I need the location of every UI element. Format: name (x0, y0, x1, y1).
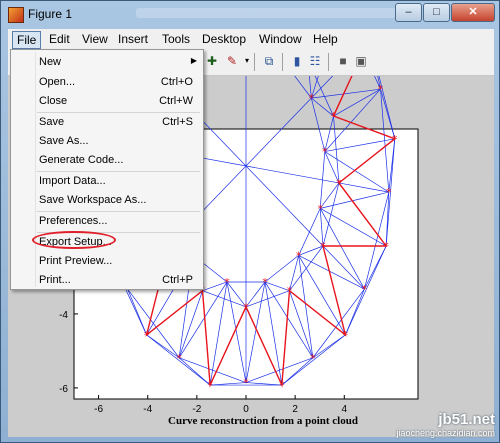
submenu-arrow-icon: ▶ (190, 56, 197, 65)
y-tick-label: -4 (59, 310, 68, 321)
watermark-site: jb51.net (438, 411, 495, 428)
mesh-edge (294, 76, 312, 99)
window-title: Figure 1 (28, 7, 73, 21)
menu-item-shortcut: Ctrl+S (162, 116, 193, 128)
legend-icon[interactable]: ☷ (308, 54, 322, 68)
figure-window: Figure 1 – □ ✕ File Edit View Insert Too… (0, 0, 500, 443)
point-marker: * (262, 276, 268, 289)
point-marker: * (224, 276, 230, 289)
menu-item-print-preview[interactable]: Print Preview... (11, 252, 203, 270)
menu-insert[interactable]: Insert (114, 31, 152, 47)
point-marker: * (310, 352, 316, 365)
point-marker: * (279, 379, 285, 392)
x-tick-label: -4 (143, 404, 152, 415)
point-marker: * (176, 352, 182, 365)
link-plot-icon[interactable]: ⧉ (262, 54, 276, 68)
point-marker: * (296, 249, 302, 262)
hide-plot-tools-icon[interactable]: ■ (336, 54, 350, 68)
point-marker: * (343, 329, 349, 342)
matlab-icon (8, 7, 24, 23)
mesh-edge (333, 88, 381, 117)
toolbar-separator (328, 53, 329, 71)
point-marker: * (392, 133, 398, 146)
point-marker: * (336, 177, 342, 190)
menu-tools[interactable]: Tools (158, 31, 194, 47)
menu-item-label: Close (39, 95, 68, 107)
menu-item-shortcut: Ctrl+W (159, 95, 193, 107)
blurred-caption (136, 8, 421, 18)
show-plot-tools-icon[interactable]: ▣ (354, 54, 368, 68)
brush-icon[interactable]: ✎ (225, 54, 239, 68)
menu-bar: File Edit View Insert Tools Desktop Wind… (8, 29, 494, 49)
point-marker: * (386, 186, 392, 199)
menu-item-shortcut: Ctrl+P (162, 274, 193, 286)
menu-item-new[interactable]: New ▶ (11, 53, 203, 71)
mesh-edge (333, 76, 353, 117)
menu-item-label: Import Data... (39, 175, 106, 187)
menu-item-label: Generate Code... (39, 154, 124, 166)
x-tick-label: -6 (94, 404, 103, 415)
menu-desktop[interactable]: Desktop (198, 31, 250, 47)
menu-item-label: Save Workspace As... (39, 194, 147, 206)
menu-item-print[interactable]: Print... Ctrl+P (11, 271, 203, 289)
toolbar-separator (254, 53, 255, 71)
maximize-button[interactable]: □ (423, 3, 450, 22)
menu-item-label: Save As... (39, 135, 89, 147)
menu-item-generate-code[interactable]: Generate Code... (11, 151, 203, 169)
point-marker: * (243, 301, 249, 314)
menu-item-open[interactable]: Open... Ctrl+O (11, 73, 203, 91)
point-marker: * (322, 146, 328, 159)
point-marker: * (287, 285, 293, 298)
y-tick-label: -6 (59, 384, 68, 395)
point-marker: * (309, 92, 315, 105)
point-marker: * (362, 283, 368, 296)
red-highlight-annotation (32, 231, 116, 249)
menu-help[interactable]: Help (309, 31, 342, 47)
toolbar-separator (282, 53, 283, 71)
x-tick-label: 4 (342, 404, 348, 415)
menu-item-label: Save (39, 116, 65, 128)
point-marker: * (317, 202, 323, 215)
menu-item-save-workspace[interactable]: Save Workspace As... (11, 191, 203, 209)
minimize-button[interactable]: – (395, 3, 422, 22)
menu-item-import-data[interactable]: Import Data... (11, 172, 203, 190)
point-marker: * (320, 240, 326, 253)
menu-item-close[interactable]: Close Ctrl+W (11, 92, 203, 110)
menu-item-shortcut: Ctrl+O (160, 76, 193, 88)
colorbar-icon[interactable]: ▮ (290, 54, 304, 68)
point-marker: * (383, 240, 389, 253)
menu-view[interactable]: View (78, 31, 112, 47)
x-axis-label: Curve reconstruction from a point cloud (168, 415, 358, 427)
x-tick-label: 2 (292, 404, 298, 415)
menu-item-label: Open... (39, 76, 76, 88)
menu-file[interactable]: File (12, 31, 42, 49)
menu-item-label: Print... (39, 274, 71, 286)
point-marker: * (207, 379, 213, 392)
menu-item-save-as[interactable]: Save As... (11, 132, 203, 150)
title-bar[interactable]: Figure 1 – □ ✕ (1, 1, 500, 29)
point-marker: * (243, 377, 249, 390)
brush-dropdown-icon[interactable]: ▾ (240, 54, 254, 68)
menu-item-label: Print Preview... (39, 255, 113, 267)
menu-item-label: New (39, 56, 62, 68)
menu-edit[interactable]: Edit (45, 31, 74, 47)
x-tick-label: 0 (243, 404, 249, 415)
x-tick-label: -2 (192, 404, 201, 415)
data-cursor-icon[interactable]: ✚ (205, 54, 219, 68)
watermark-sub: jiaocheng.chazidian.com (396, 428, 495, 438)
point-marker: * (331, 110, 337, 123)
point-marker: * (144, 329, 150, 342)
menu-item-save[interactable]: Save Ctrl+S (11, 113, 203, 131)
menu-window[interactable]: Window (255, 31, 306, 47)
point-marker: * (378, 83, 384, 96)
close-button[interactable]: ✕ (451, 3, 495, 22)
file-menu-dropdown: New ▶ Open... Ctrl+O Close Ctrl+W Save C… (10, 49, 204, 290)
menu-item-label: Preferences... (39, 215, 108, 227)
watermark: jb51.net jiaocheng.chazidian.com (396, 411, 495, 438)
menu-item-preferences[interactable]: Preferences... (11, 212, 203, 230)
